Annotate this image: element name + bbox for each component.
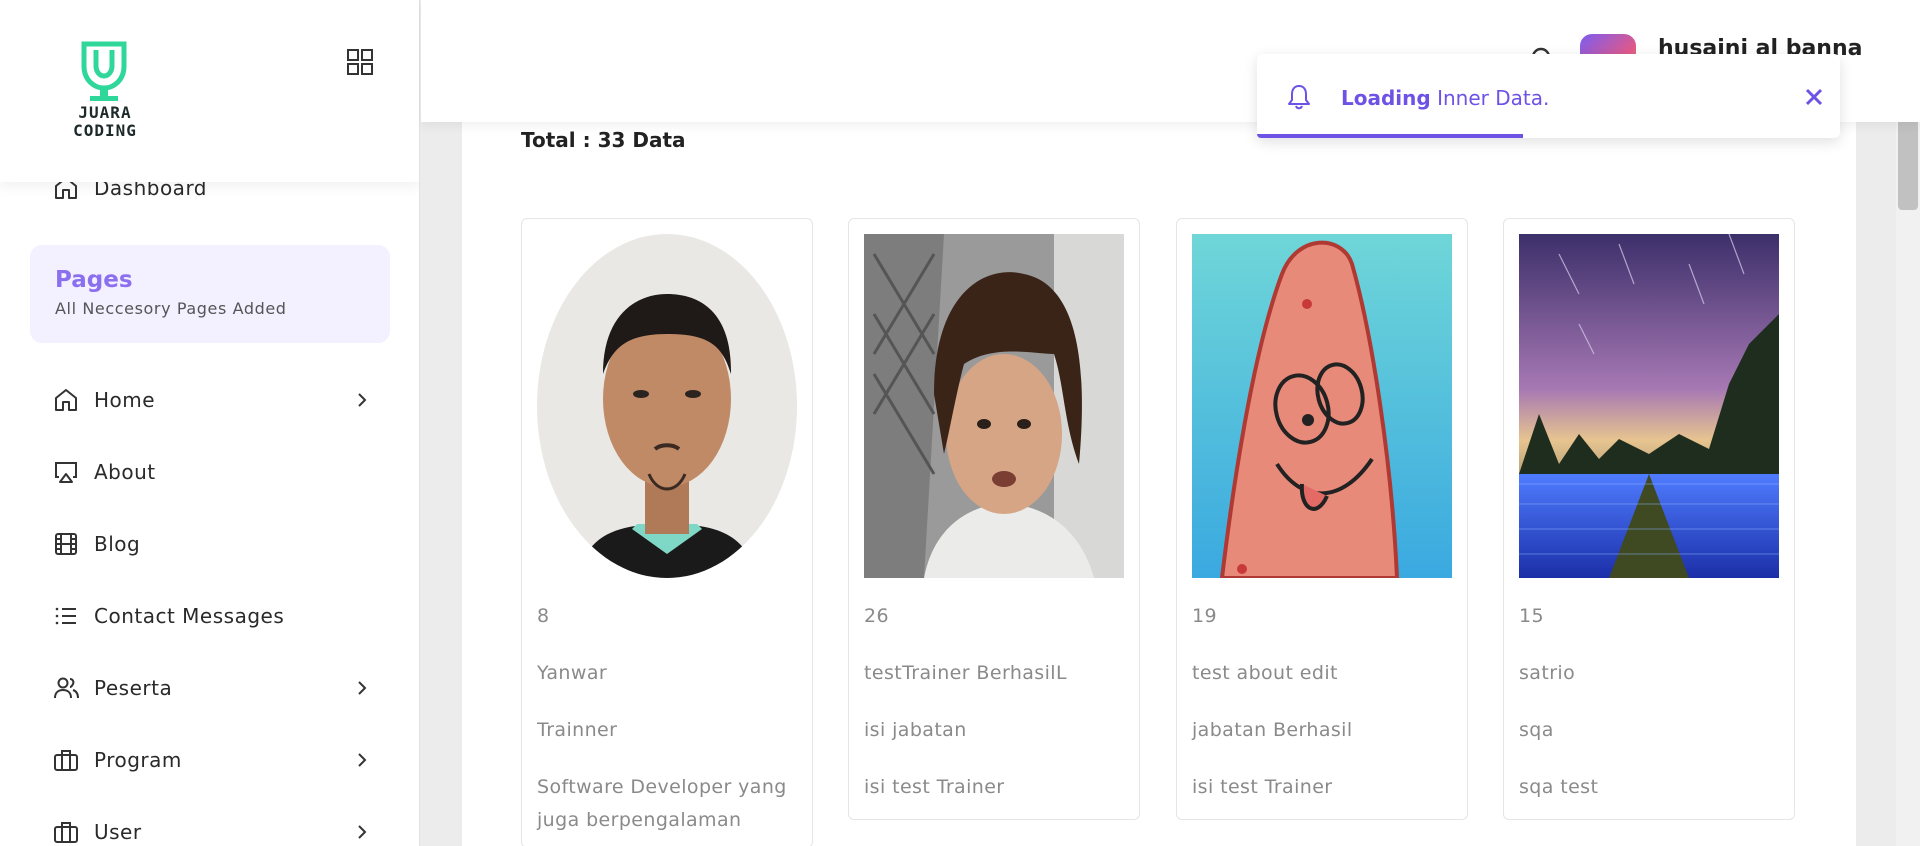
- toast-bold-text: Loading: [1341, 86, 1431, 110]
- trainer-card[interactable]: 19 test about edit jabatan Berhasil isi …: [1176, 218, 1468, 820]
- home-icon: [52, 386, 80, 414]
- trainer-name: Yanwar: [537, 662, 608, 684]
- briefcase-icon: [52, 818, 80, 846]
- toast-message: Loading Inner Data.: [1341, 86, 1549, 110]
- sidebar-item-contact-messages[interactable]: Contact Messages: [52, 600, 372, 632]
- sidebar-item-program[interactable]: Program: [52, 744, 372, 776]
- sidebar-item-label: Blog: [94, 532, 141, 556]
- sidebar-item-label: Program: [94, 748, 182, 772]
- trainer-name: testTrainer BerhasilL: [864, 662, 1067, 684]
- trainer-id: 15: [1519, 605, 1544, 627]
- sidebar-item-home[interactable]: Home: [52, 384, 372, 416]
- users-icon: [52, 674, 80, 702]
- airplay-icon: [52, 458, 80, 486]
- trainer-id: 26: [864, 605, 889, 627]
- grid-menu-icon[interactable]: [346, 48, 374, 76]
- trainer-photo: [1192, 234, 1452, 578]
- trainer-description: isi test Trainer: [864, 776, 1005, 798]
- close-icon[interactable]: [1803, 86, 1825, 108]
- chevron-right-icon: [358, 681, 367, 695]
- pages-subtitle: All Neccesory Pages Added: [55, 299, 287, 318]
- logo-text-line2: CODING: [73, 121, 137, 140]
- trainer-name: test about edit: [1192, 662, 1338, 684]
- total-count: Total : 33 Data: [521, 128, 686, 152]
- trainer-id: 8: [537, 605, 550, 627]
- trainer-card[interactable]: 8 Yanwar Trainner Software Developer yan…: [521, 218, 813, 846]
- logo[interactable]: JUARA CODING: [50, 40, 160, 144]
- sidebar-item-peserta[interactable]: Peserta: [52, 672, 372, 704]
- loading-toast: Loading Inner Data.: [1257, 54, 1840, 138]
- chevron-right-icon: [358, 825, 367, 839]
- logo-text-line1: JUARA: [78, 103, 132, 122]
- toast-progress-bar: [1257, 134, 1523, 138]
- trainer-card[interactable]: 26 testTrainer BerhasilL isi jabatan isi…: [848, 218, 1140, 820]
- sidebar-item-label: Peserta: [94, 676, 173, 700]
- trainer-position: Trainner: [537, 719, 618, 741]
- toast-text: Inner Data.: [1430, 86, 1550, 110]
- trainer-description: sqa test: [1519, 776, 1599, 798]
- sidebar-item-about[interactable]: About: [52, 456, 372, 488]
- trainer-description: isi test Trainer: [1192, 776, 1333, 798]
- list-icon: [52, 602, 80, 630]
- sidebar-item-label: Contact Messages: [94, 604, 285, 628]
- briefcase-icon: [52, 746, 80, 774]
- pages-section: Pages All Neccesory Pages Added: [30, 245, 390, 343]
- sidebar-item-label: User: [94, 820, 142, 844]
- trophy-logo-icon: [81, 41, 127, 101]
- chevron-right-icon: [358, 393, 367, 407]
- logo-text: JUARA CODING: [50, 104, 160, 140]
- trainer-card[interactable]: 15 satrio sqa sqa test: [1503, 218, 1795, 820]
- pages-title: Pages: [55, 267, 133, 293]
- sidebar-item-label: Home: [94, 388, 156, 412]
- trainer-position: jabatan Berhasil: [1192, 719, 1353, 741]
- trainer-photo: [537, 234, 797, 578]
- trainer-position: sqa: [1519, 719, 1554, 741]
- chevron-right-icon: [358, 753, 367, 767]
- sidebar-item-user[interactable]: User: [52, 816, 372, 846]
- trainer-name: satrio: [1519, 662, 1576, 684]
- bell-icon: [1288, 85, 1310, 110]
- trainer-description: Software Developer yang juga berpengalam…: [537, 776, 787, 831]
- sidebar-header: JUARA CODING: [0, 0, 419, 182]
- trainer-id: 19: [1192, 605, 1217, 627]
- trainer-position: isi jabatan: [864, 719, 967, 741]
- sidebar: JUARA CODING Dashboard Pages All Necceso…: [0, 0, 420, 846]
- film-icon: [52, 530, 80, 558]
- trainer-photo: [864, 234, 1124, 578]
- trainer-photo: [1519, 234, 1779, 578]
- sidebar-item-blog[interactable]: Blog: [52, 528, 372, 560]
- sidebar-item-label: About: [94, 460, 156, 484]
